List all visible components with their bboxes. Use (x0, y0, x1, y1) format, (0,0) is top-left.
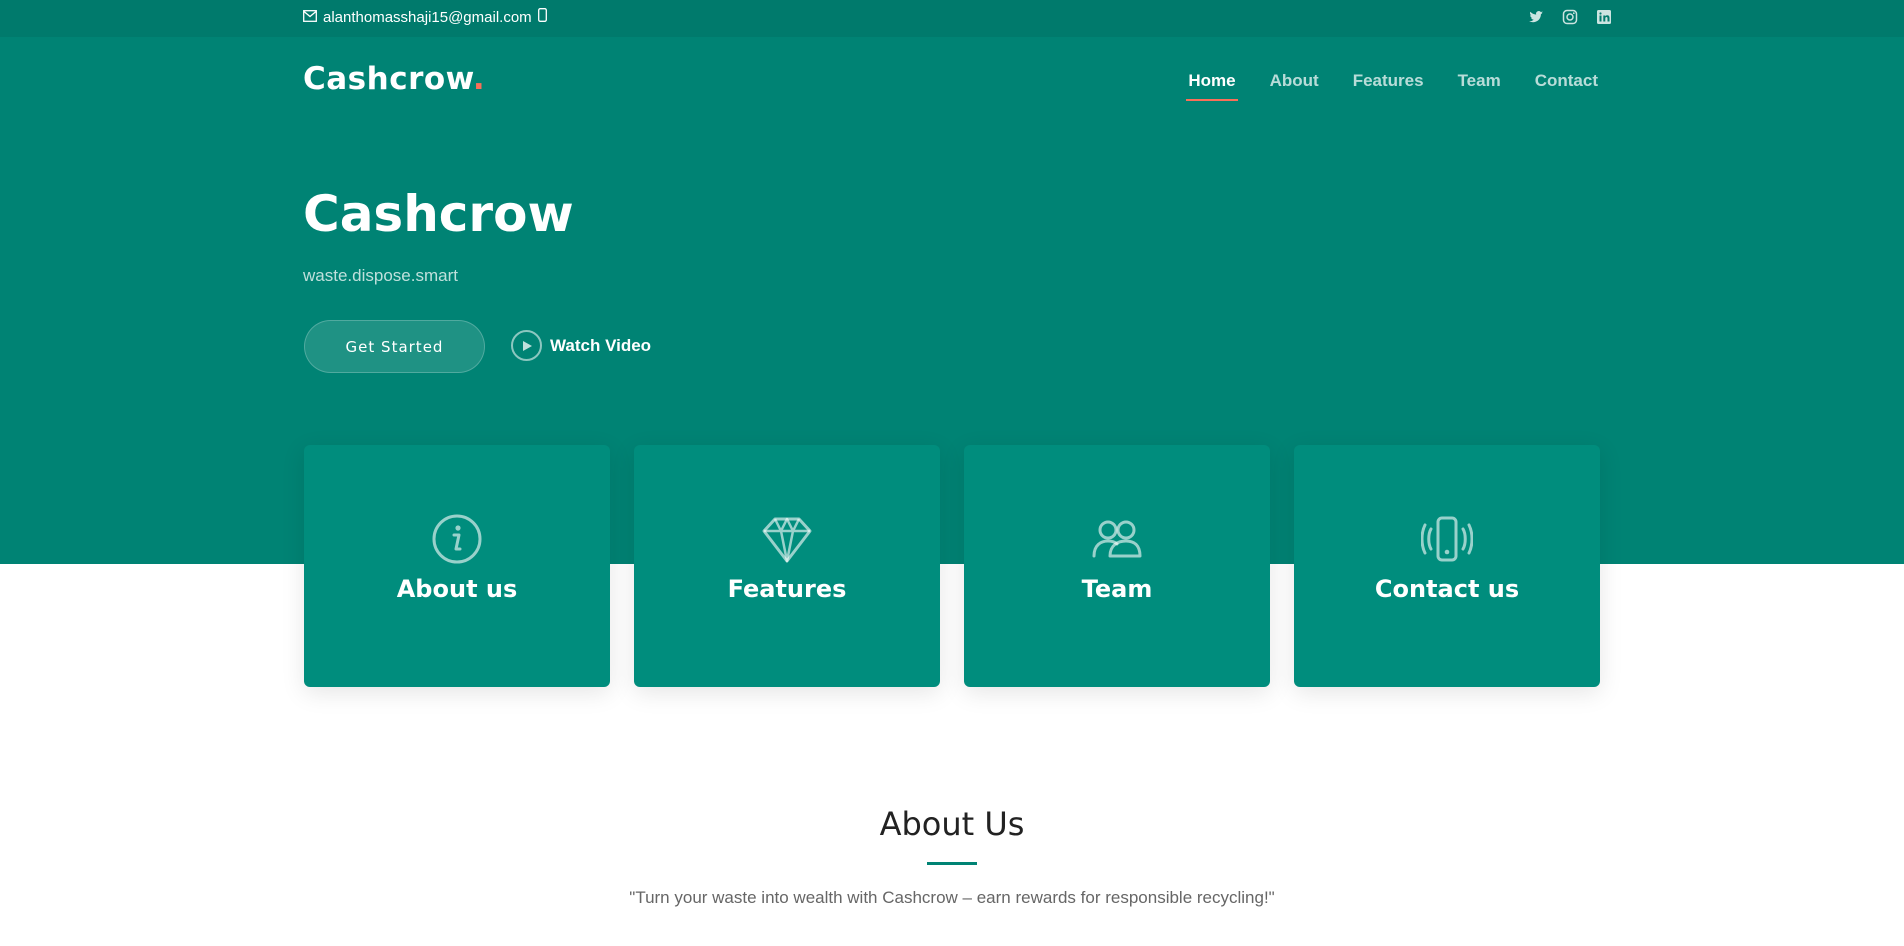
nav-contact[interactable]: Contact (1535, 71, 1598, 91)
watch-video-label: Watch Video (550, 335, 652, 355)
card-label: Team (1081, 575, 1153, 603)
card-about[interactable]: About us (304, 445, 610, 687)
nav-features[interactable]: Features (1353, 71, 1424, 91)
hero-subtitle: waste.dispose.smart (303, 266, 458, 285)
nav-team[interactable]: Team (1458, 71, 1501, 91)
nav-home[interactable]: Home (1186, 71, 1238, 101)
card-label: About us (396, 575, 518, 603)
title-divider (927, 862, 977, 865)
people-icon (1091, 513, 1143, 565)
card-contact[interactable]: Contact us (1294, 445, 1600, 687)
feature-cards: About us Features Team Contact us (304, 445, 1600, 687)
card-features[interactable]: Features (634, 445, 940, 687)
top-bar: alanthomasshaji15@gmail.com (0, 0, 1904, 37)
play-icon (511, 330, 542, 361)
about-title: About Us (879, 805, 1025, 843)
nav-about[interactable]: About (1270, 71, 1319, 91)
watch-video-button[interactable]: Watch Video (511, 330, 651, 361)
social-links (1528, 9, 1612, 25)
info-icon (431, 513, 483, 565)
get-started-button[interactable]: Get Started (304, 320, 485, 373)
diamond-icon (761, 513, 813, 565)
main-nav: Home About Features Team Contact (1186, 71, 1598, 101)
linkedin-icon[interactable] (1596, 9, 1612, 25)
card-label: Contact us (1374, 575, 1520, 603)
contact-info: alanthomasshaji15@gmail.com (303, 8, 555, 26)
phone-icon (537, 8, 547, 26)
brand-dot: . (472, 61, 486, 97)
instagram-icon[interactable] (1562, 9, 1578, 25)
hero-title: Cashcrow (303, 185, 574, 243)
envelope-icon (303, 9, 317, 26)
card-team[interactable]: Team (964, 445, 1270, 687)
brand-logo[interactable]: Cashcrow. (303, 61, 485, 97)
card-label: Features (727, 575, 847, 603)
twitter-icon[interactable] (1528, 9, 1544, 25)
phone-vibrate-icon (1420, 513, 1474, 565)
email-link[interactable]: alanthomasshaji15@gmail.com (323, 9, 532, 26)
about-quote: "Turn your waste into wealth with Cashcr… (629, 888, 1275, 907)
brand-name: Cashcrow (303, 61, 473, 97)
